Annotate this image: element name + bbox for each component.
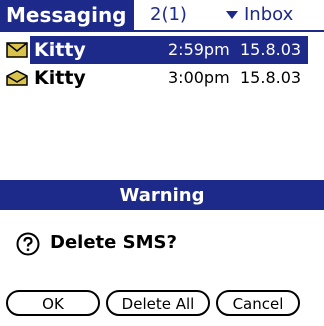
message-date: 15.8.03 xyxy=(240,68,302,87)
warning-dialog: Warning Delete SMS? OK Delete All Cancel xyxy=(0,180,324,326)
dialog-title: Warning xyxy=(0,182,324,210)
delete-all-button[interactable]: Delete All xyxy=(106,290,210,316)
cancel-button[interactable]: Cancel xyxy=(216,290,300,316)
category-dropdown[interactable]: Inbox xyxy=(226,0,293,30)
header-underline xyxy=(0,30,324,32)
triangle-down-icon xyxy=(226,11,238,19)
message-sender: Kitty xyxy=(34,39,86,61)
envelope-open-icon xyxy=(6,70,28,86)
message-date: 15.8.03 xyxy=(240,40,302,59)
message-time: 3:00pm xyxy=(168,68,230,87)
question-icon xyxy=(16,232,40,256)
message-sender: Kitty xyxy=(34,67,86,89)
header-bar: Messaging 2(1) Inbox xyxy=(0,0,324,32)
dialog-message: Delete SMS? xyxy=(50,232,177,253)
sms-screen: Messaging 2(1) Inbox Kitty 2:59pm 15.8.0… xyxy=(0,0,324,326)
category-label: Inbox xyxy=(244,4,294,25)
message-row[interactable]: Kitty 3:00pm 15.8.03 xyxy=(0,64,324,92)
message-time: 2:59pm xyxy=(168,40,230,59)
message-row[interactable]: Kitty 2:59pm 15.8.03 xyxy=(0,36,324,64)
ok-button[interactable]: OK xyxy=(6,290,100,316)
app-title: Messaging xyxy=(0,0,134,30)
message-count: 2(1) xyxy=(150,4,187,25)
envelope-icon xyxy=(6,42,28,58)
